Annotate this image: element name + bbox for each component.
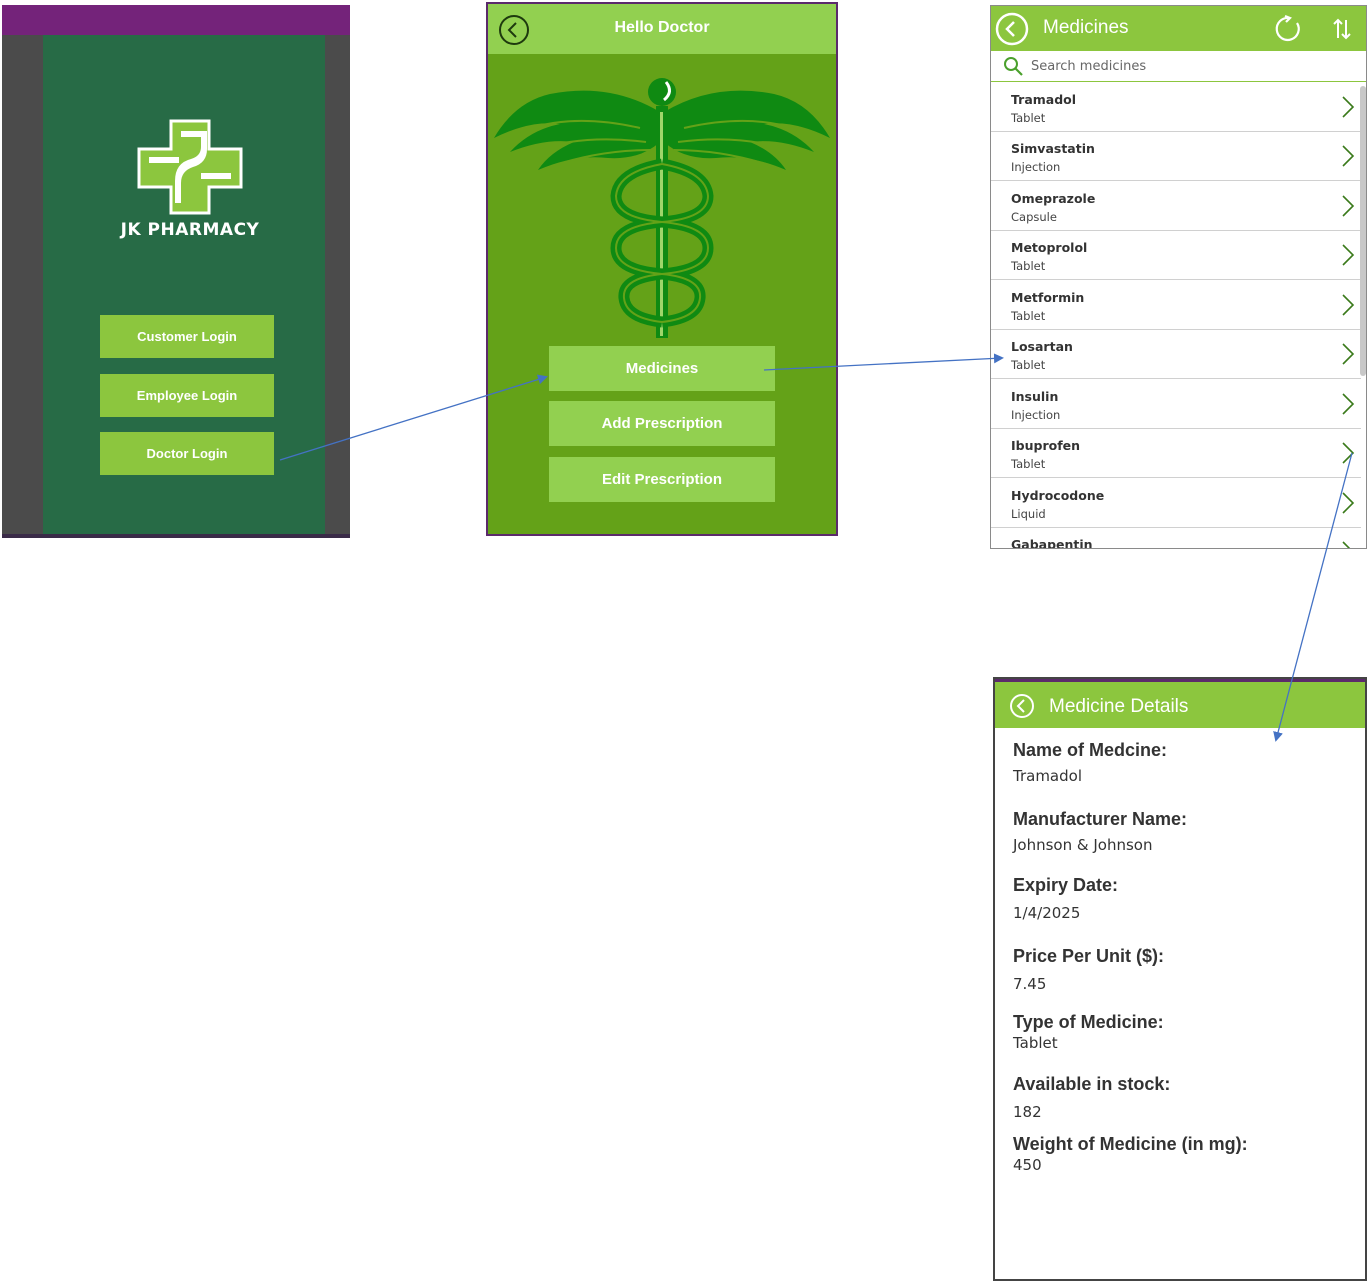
login-bottom-bar [2,534,350,538]
back-arrow-icon[interactable] [1009,693,1035,719]
caduceus-icon [494,78,830,338]
medicine-list-item[interactable]: Omeprazole Capsule [991,182,1361,231]
weight-value: 450 [1013,1156,1042,1174]
medicines-header: Medicines [991,6,1366,51]
brand-name: JK PHARMACY [120,220,260,240]
medicine-type: Injection [1011,408,1061,422]
medicine-list-item[interactable]: Metoprolol Tablet [991,231,1361,280]
medicine-name-value: Tramadol [1013,767,1082,785]
medicine-name: Simvastatin [1011,141,1095,156]
medicine-name-label: Name of Medcine: [1013,740,1168,760]
medicine-list-item[interactable]: Losartan Tablet [991,330,1361,379]
chevron-right-icon [1342,393,1355,415]
medicine-name: Metoprolol [1011,240,1088,255]
details-header: Medicine Details [995,682,1365,728]
search-icon [1004,57,1023,76]
medicine-name: Insulin [1011,389,1059,404]
chevron-right-icon [1342,145,1355,167]
doctor-home-screen: Hello Doctor Medicines Add Prescription … [486,2,838,536]
refresh-icon[interactable] [1275,15,1303,43]
medicine-type-label: Type of Medicine: [1013,1012,1164,1032]
details-title: Medicine Details [1049,696,1189,717]
medicine-list-item[interactable]: Simvastatin Injection [991,132,1361,181]
medicine-type: Tablet [1011,111,1046,125]
chevron-right-icon [1342,195,1355,217]
medicines-button[interactable]: Medicines [549,346,775,391]
medicine-type: Capsule [1011,210,1057,224]
stock-value: 182 [1013,1103,1042,1121]
medicine-list-item[interactable]: Hydrocodone Liquid [991,479,1361,528]
medicine-type: Liquid [1011,507,1046,521]
search-bar [991,51,1366,82]
medicine-type: Tablet [1011,259,1046,273]
medicine-list-item[interactable]: Gabapentin [991,528,1361,549]
medicine-name: Hydrocodone [1011,488,1105,503]
medicine-name: Metformin [1011,290,1085,305]
medicine-type-value: Tablet [1013,1034,1058,1052]
edit-prescription-button[interactable]: Edit Prescription [549,457,775,502]
customer-login-button[interactable]: Customer Login [100,315,274,358]
manufacturer-label: Manufacturer Name: [1013,809,1188,829]
add-prescription-button[interactable]: Add Prescription [549,401,775,446]
chevron-right-icon [1342,541,1351,548]
weight-label: Weight of Medicine (in mg): [1013,1134,1248,1154]
chevron-right-icon [1342,343,1355,365]
medicine-name: Omeprazole [1011,191,1096,206]
back-arrow-icon[interactable] [995,12,1029,46]
medicine-type: Tablet [1011,309,1046,323]
expiry-date-value: 1/4/2025 [1013,904,1081,922]
price-value: 7.45 [1013,975,1047,993]
medicine-name: Tramadol [1011,92,1077,107]
medicine-type: Tablet [1011,358,1046,372]
medicine-type: Tablet [1011,457,1046,471]
medicine-list-item[interactable]: Insulin Injection [991,380,1361,429]
medicine-list-item[interactable]: Metformin Tablet [991,281,1361,330]
stock-label: Available in stock: [1013,1074,1171,1094]
medicine-type: Injection [1011,160,1061,174]
employee-login-button[interactable]: Employee Login [100,374,274,417]
search-input[interactable] [1031,56,1331,76]
chevron-right-icon [1342,96,1355,118]
chevron-right-icon [1342,492,1355,514]
login-screen: JK PHARMACY Customer Login Employee Logi… [2,5,350,538]
medicine-list-item[interactable]: Tramadol Tablet [991,83,1361,132]
medicine-details-screen: Medicine Details Name of Medcine: Tramad… [993,677,1367,1281]
medicines-list-screen: Medicines Tramadol Tablet Simvastatin In… [990,5,1367,549]
expiry-date-label: Expiry Date: [1013,875,1119,895]
medicine-name: Losartan [1011,339,1073,354]
chevron-right-icon [1342,244,1355,266]
doctor-title: Hello Doctor [614,19,710,36]
medicine-name: Ibuprofen [1011,438,1081,453]
medicine-name: Gabapentin [1011,537,1093,549]
medicines-title: Medicines [1043,17,1129,38]
medicine-list-item[interactable]: Ibuprofen Tablet [991,429,1361,478]
login-top-bar [2,5,350,35]
manufacturer-value: Johnson & Johnson [1013,836,1153,854]
price-label: Price Per Unit ($): [1013,946,1165,966]
chevron-right-icon [1342,442,1355,464]
chevron-right-icon [1342,294,1355,316]
doctor-login-button[interactable]: Doctor Login [100,432,274,475]
list-scrollbar[interactable] [1360,86,1366,376]
doctor-header: Hello Doctor [488,4,836,54]
sort-icon[interactable] [1331,17,1353,41]
pharmacy-cross-logo-icon [137,119,243,215]
